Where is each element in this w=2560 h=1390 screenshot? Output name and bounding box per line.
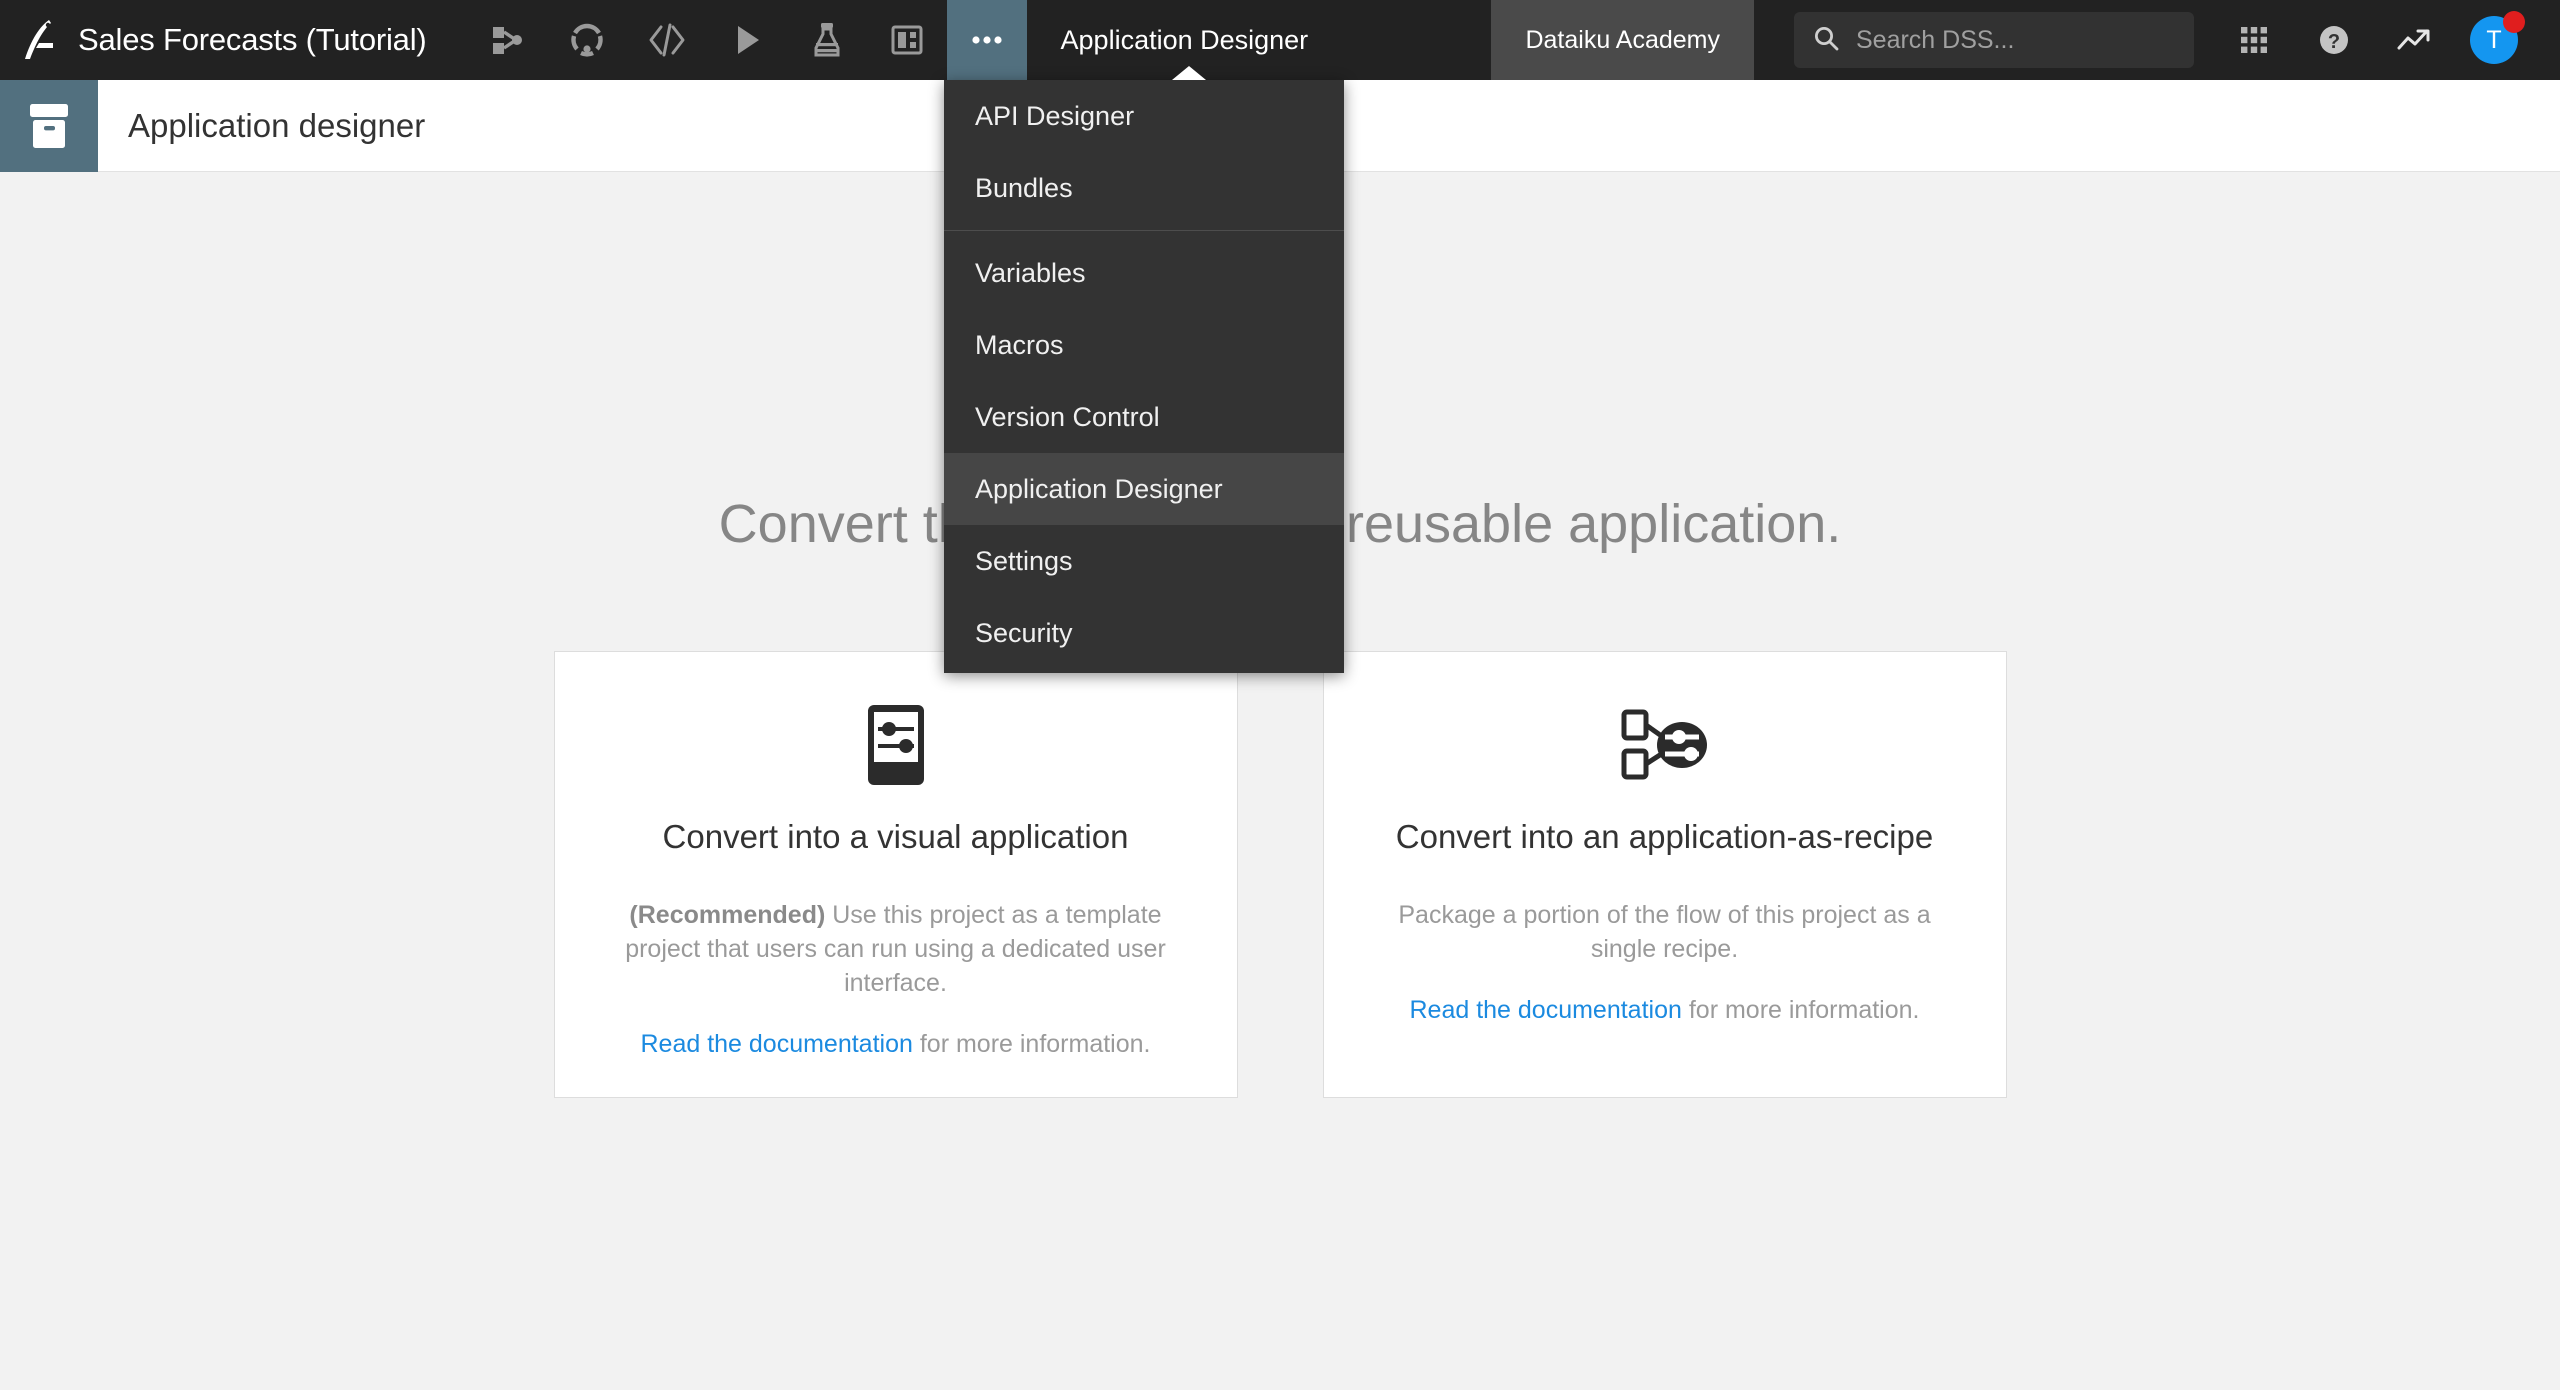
search-input[interactable]: [1856, 25, 2166, 55]
search-box[interactable]: [1794, 12, 2194, 68]
card-title: Convert into an application-as-recipe: [1395, 818, 1934, 855]
visual-application-icon: [862, 700, 930, 790]
trending-up-icon[interactable]: [2374, 0, 2454, 80]
menu-item-version-control[interactable]: Version Control: [944, 381, 1344, 453]
menu-item-macros[interactable]: Macros: [944, 309, 1344, 381]
search-icon: [1812, 24, 1840, 57]
conversion-options: Convert into a visual application (Recom…: [0, 651, 2560, 1098]
run-icon[interactable]: [707, 0, 787, 80]
documentation-link-suffix: for more information.: [912, 1030, 1151, 1058]
card-description-bold: (Recommended): [629, 901, 826, 929]
avatar-initial: T: [2486, 25, 2502, 54]
application-as-recipe-icon: [1621, 700, 1709, 790]
menu-item-bundles[interactable]: Bundles: [944, 152, 1344, 224]
documentation-link[interactable]: Read the documentation: [640, 1030, 912, 1058]
automation-icon[interactable]: [787, 0, 867, 80]
menu-item-security[interactable]: Security: [944, 597, 1344, 669]
card-description: Package a portion of the flow of this pr…: [1370, 898, 1960, 966]
top-navigation-bar: Sales Forecasts (Tutorial) Application D…: [0, 0, 2560, 80]
dataiku-bird-logo-icon[interactable]: [0, 0, 78, 80]
card-application-as-recipe[interactable]: Convert into an application-as-recipe Pa…: [1322, 651, 2007, 1098]
app-box-icon: [0, 80, 98, 172]
documentation-link[interactable]: Read the documentation: [1409, 996, 1681, 1024]
card-link-line: Read the documentation for more informat…: [601, 1030, 1191, 1059]
dashboard-icon[interactable]: [867, 0, 947, 80]
apps-grid-icon[interactable]: [2214, 0, 2294, 80]
top-right-icons: ? T: [2214, 0, 2534, 80]
menu-item-settings[interactable]: Settings: [944, 525, 1344, 597]
code-icon[interactable]: [627, 0, 707, 80]
menu-item-variables[interactable]: Variables: [944, 237, 1344, 309]
card-visual-application[interactable]: Convert into a visual application (Recom…: [553, 651, 1238, 1098]
lab-icon[interactable]: [547, 0, 627, 80]
avatar: T: [2470, 11, 2525, 64]
notification-dot: [2503, 11, 2525, 33]
project-nav-icons: [467, 0, 1027, 80]
user-avatar-button[interactable]: T: [2454, 0, 2534, 80]
menu-item-api-designer[interactable]: API Designer: [944, 80, 1344, 152]
page-title: Application designer: [128, 106, 426, 144]
svg-text:?: ?: [2328, 31, 2340, 53]
help-circle-icon[interactable]: ?: [2294, 0, 2374, 80]
menu-divider: [944, 230, 1344, 231]
card-title: Convert into a visual application: [662, 818, 1129, 855]
more-icon[interactable]: [946, 0, 1027, 80]
card-link-line: Read the documentation for more informat…: [1370, 996, 1960, 1025]
dataiku-academy-button[interactable]: Dataiku Academy: [1491, 0, 1754, 80]
card-description-rest: Package a portion of the flow of this pr…: [1398, 901, 1931, 963]
project-title[interactable]: Sales Forecasts (Tutorial): [78, 22, 427, 58]
flow-icon[interactable]: [467, 0, 547, 80]
menu-item-application-designer[interactable]: Application Designer: [944, 453, 1344, 525]
more-dropdown-menu: API Designer Bundles Variables Macros Versio…: [944, 80, 1344, 673]
dropdown-caret-icon: [1172, 66, 1206, 80]
card-description: (Recommended) Use this project as a temp…: [601, 898, 1191, 1000]
documentation-link-suffix: for more information.: [1681, 996, 1920, 1024]
